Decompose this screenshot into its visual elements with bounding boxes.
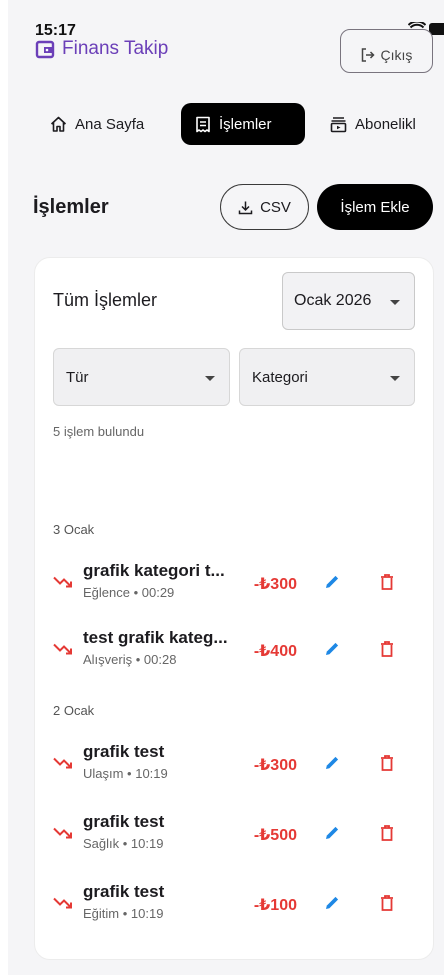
app-title: Finans Takip	[62, 38, 169, 59]
month-select[interactable]: Ocak 2026	[282, 272, 415, 330]
edit-icon[interactable]	[323, 754, 341, 772]
download-icon	[238, 201, 253, 214]
wallet-icon	[35, 40, 55, 59]
logout-button[interactable]: Çıkış	[340, 29, 433, 73]
transaction-row[interactable]: grafik test Ulaşım • 10:19 -₺300	[35, 742, 435, 798]
trending-down-icon	[53, 643, 72, 655]
delete-icon[interactable]	[379, 894, 395, 912]
tab-subscriptions-label: Abonelikl	[355, 115, 416, 133]
transaction-amount: -₺300	[253, 757, 297, 774]
transaction-title: grafik test	[83, 812, 165, 831]
date-header: 2 Ocak	[53, 703, 95, 718]
type-filter-label: Tür	[66, 368, 89, 386]
transaction-meta: Alışveriş • 00:28	[83, 652, 177, 667]
trending-down-icon	[53, 576, 72, 588]
transaction-title: grafik test	[83, 882, 165, 901]
date-header: 3 Ocak	[53, 522, 95, 537]
transaction-amount: -₺300	[253, 576, 297, 593]
transaction-meta: Eğlence • 00:29	[83, 585, 175, 600]
transaction-title: test grafik kateg...	[83, 628, 228, 647]
category-filter-label: Kategori	[252, 368, 308, 386]
transactions-card: Tüm İşlemler Ocak 2026 Tür Kategori 5 iş…	[34, 257, 434, 960]
caret-down-icon	[205, 376, 215, 381]
edit-icon[interactable]	[323, 573, 341, 591]
transaction-meta: Eğitim • 10:19	[83, 906, 164, 921]
delete-icon[interactable]	[379, 754, 395, 772]
tab-subscriptions[interactable]: Abonelikl	[330, 103, 416, 145]
receipt-icon	[196, 116, 210, 132]
trending-down-icon	[53, 827, 72, 839]
edit-icon[interactable]	[323, 824, 341, 842]
tab-transactions-label: İşlemler	[219, 115, 272, 133]
transaction-row[interactable]: grafik kategori t... Eğlence • 00:29 -₺3…	[35, 561, 435, 617]
tab-home-label: Ana Sayfa	[75, 115, 145, 133]
delete-icon[interactable]	[379, 640, 395, 658]
tab-transactions[interactable]: İşlemler	[181, 103, 305, 145]
csv-export-button[interactable]: CSV	[220, 184, 309, 230]
transaction-amount: -₺100	[253, 897, 297, 914]
app-screen: 15:17 •••• Finans Takip Çıkış	[8, 0, 444, 975]
transaction-amount: -₺500	[253, 827, 297, 844]
transaction-row[interactable]: grafik test Sağlık • 10:19 -₺500	[35, 812, 435, 868]
logout-icon	[361, 48, 375, 62]
card-title: Tüm İşlemler	[53, 290, 158, 310]
page-title: İşlemler	[33, 196, 109, 218]
trending-down-icon	[53, 757, 72, 769]
logout-label: Çıkış	[380, 47, 413, 63]
transaction-row[interactable]: test grafik kateg... Alışveriş • 00:28 -…	[35, 628, 435, 684]
transaction-meta: Sağlık • 10:19	[83, 836, 164, 851]
csv-label: CSV	[260, 198, 291, 216]
app-brand: Finans Takip	[35, 38, 168, 60]
category-filter-select[interactable]: Kategori	[239, 348, 415, 406]
trending-down-icon	[53, 897, 72, 909]
transaction-row[interactable]: grafik test Eğitim • 10:19 -₺100	[35, 882, 435, 938]
tab-home[interactable]: Ana Sayfa	[50, 103, 144, 145]
home-icon	[50, 116, 67, 132]
type-filter-select[interactable]: Tür	[53, 348, 230, 406]
subscriptions-icon	[330, 116, 347, 132]
nav-tabs: Ana Sayfa İşlemler Abonelikl	[8, 103, 444, 145]
edit-icon[interactable]	[323, 640, 341, 658]
transaction-title: grafik test	[83, 742, 165, 761]
transaction-amount: -₺400	[253, 643, 297, 660]
month-value: Ocak 2026	[294, 292, 372, 309]
transaction-title: grafik kategori t...	[83, 561, 225, 580]
edit-icon[interactable]	[323, 894, 341, 912]
result-count: 5 işlem bulundu	[53, 424, 145, 439]
caret-down-icon	[390, 300, 400, 305]
transaction-meta: Ulaşım • 10:19	[83, 766, 168, 781]
add-transaction-button[interactable]: İşlem Ekle	[317, 184, 433, 230]
caret-down-icon	[390, 376, 400, 381]
delete-icon[interactable]	[379, 824, 395, 842]
delete-icon[interactable]	[379, 573, 395, 591]
